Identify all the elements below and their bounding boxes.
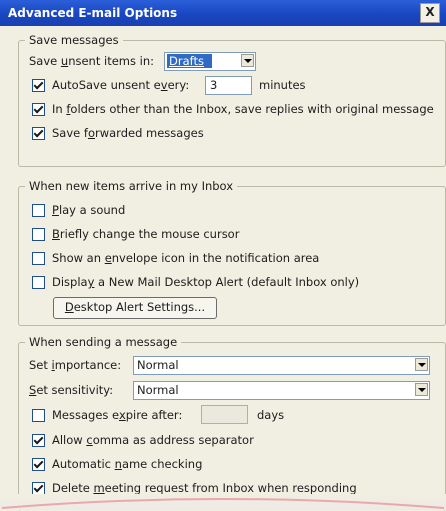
chevron-down-icon[interactable] xyxy=(241,54,254,67)
window-title: Advanced E-mail Options xyxy=(8,6,178,20)
new-items-legend: When new items arrive in my Inbox xyxy=(25,179,238,193)
sensitivity-label: Set sensitivity: xyxy=(29,383,114,397)
red-highlight-arc xyxy=(1,498,445,509)
in-folders-label: In folders other than the Inbox, save re… xyxy=(52,102,434,116)
expire-label: Messages expire after: xyxy=(52,408,183,422)
importance-dropdown[interactable]: Normal xyxy=(133,356,430,375)
envelope-icon-label: Show an envelope icon in the notificatio… xyxy=(52,251,320,265)
play-sound-label: Play a sound xyxy=(52,203,126,217)
autosave-checkbox[interactable] xyxy=(32,79,45,92)
desktop-alert-label: Display a New Mail Desktop Alert (defaul… xyxy=(52,275,360,289)
importance-label: Set importance: xyxy=(29,358,122,372)
briefly-change-cursor-label: Briefly change the mouse cursor xyxy=(52,227,240,241)
expire-days-input[interactable] xyxy=(201,405,248,424)
save-messages-legend: Save messages xyxy=(25,33,123,47)
autosave-minutes-input[interactable]: 3 xyxy=(205,76,252,95)
title-bar: Advanced E-mail Options X xyxy=(0,0,446,26)
save-unsent-folder-value: Drafts xyxy=(167,54,212,68)
autosave-minutes-suffix: minutes xyxy=(259,78,306,92)
sensitivity-value: Normal xyxy=(137,383,179,397)
desktop-alert-settings-button[interactable]: Desktop Alert Settings... xyxy=(53,297,217,319)
sending-legend: When sending a message xyxy=(25,335,182,349)
new-items-group: When new items arrive in my Inbox Play a… xyxy=(18,179,446,326)
play-sound-checkbox[interactable] xyxy=(32,204,45,217)
autosave-minutes-value: 3 xyxy=(210,78,218,92)
save-unsent-folder-dropdown[interactable]: Drafts xyxy=(164,52,256,71)
save-forwarded-label: Save forwarded messages xyxy=(52,126,204,140)
save-unsent-label: Save unsent items in: xyxy=(29,54,154,68)
briefly-change-cursor-checkbox[interactable] xyxy=(32,228,45,241)
chevron-down-icon[interactable] xyxy=(415,358,428,371)
in-folders-checkbox[interactable] xyxy=(32,103,45,116)
auto-name-checking-label: Automatic name checking xyxy=(52,457,203,471)
importance-value: Normal xyxy=(137,358,179,372)
expire-checkbox[interactable] xyxy=(32,409,45,422)
chevron-down-icon[interactable] xyxy=(415,383,428,396)
expire-days-suffix: days xyxy=(257,408,285,422)
allow-comma-label: Allow comma as address separator xyxy=(52,433,254,447)
sending-group: When sending a message Set importance: N… xyxy=(18,335,446,511)
save-forwarded-checkbox[interactable] xyxy=(32,127,45,140)
save-messages-group: Save messages Save unsent items in: Draf… xyxy=(18,33,446,167)
close-icon[interactable]: X xyxy=(420,3,440,23)
desktop-alert-checkbox[interactable] xyxy=(32,276,45,289)
auto-name-checking-checkbox[interactable] xyxy=(32,458,45,471)
allow-comma-checkbox[interactable] xyxy=(32,434,45,447)
sensitivity-dropdown[interactable]: Normal xyxy=(133,381,430,400)
envelope-icon-checkbox[interactable] xyxy=(32,252,45,265)
autosave-label: AutoSave unsent every: xyxy=(52,78,190,92)
